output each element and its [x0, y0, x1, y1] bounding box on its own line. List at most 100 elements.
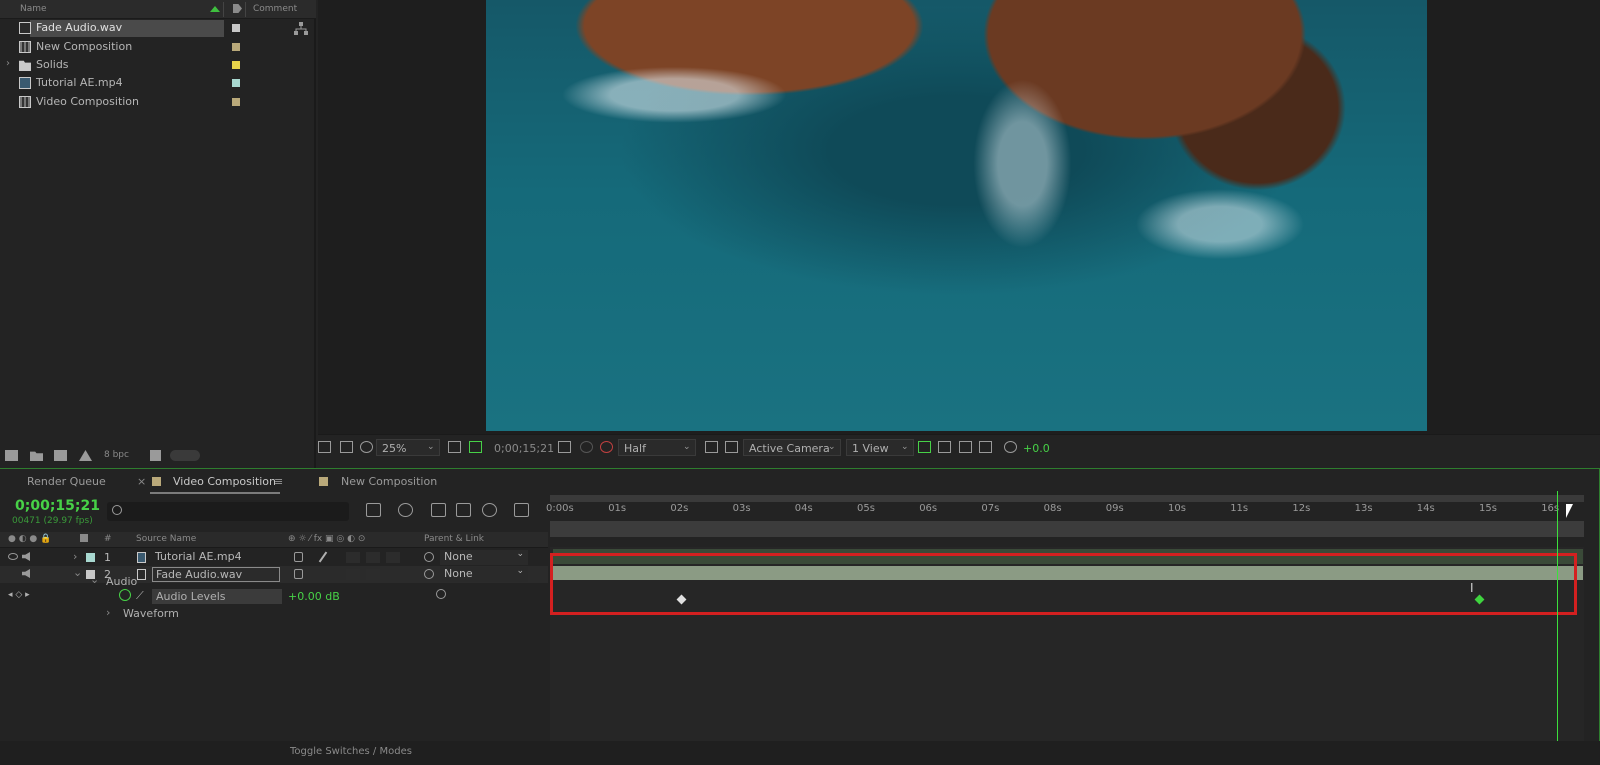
new-composition-icon[interactable] [54, 450, 67, 461]
new-folder-icon[interactable] [30, 451, 43, 461]
pick-whip-icon[interactable] [424, 552, 434, 562]
motion-blur-icon[interactable] [482, 503, 497, 517]
project-item[interactable]: Fade Audio.wav [0, 19, 316, 37]
pick-whip-icon[interactable] [436, 589, 446, 599]
source-name-column-header[interactable]: Source Name [136, 534, 196, 544]
keyframe-navigator[interactable]: ◂ ◇ ▸ [8, 590, 30, 600]
label-tag-icon[interactable] [233, 4, 242, 13]
zoom-dropdown[interactable]: 25% ⌄ [376, 439, 440, 456]
label-color-swatch[interactable] [232, 24, 240, 32]
flowchart-icon[interactable] [979, 441, 992, 453]
toggle-switches-modes-button[interactable]: Toggle Switches / Modes [290, 746, 412, 757]
reset-exposure-icon[interactable] [1004, 441, 1017, 453]
stopwatch-icon[interactable] [119, 589, 131, 601]
layer-name[interactable]: Tutorial AE.mp4 [152, 550, 245, 563]
label-color-swatch[interactable] [232, 98, 240, 106]
shy-layers-icon[interactable] [431, 503, 446, 517]
viewer-timecode[interactable]: 0;00;15;21 [494, 442, 554, 455]
audio-levels-property[interactable]: Audio Levels [152, 589, 282, 604]
project-settings-icon[interactable] [79, 450, 92, 461]
switch-cell[interactable] [366, 552, 380, 563]
comment-column-header[interactable]: Comment [253, 4, 297, 14]
current-time-indicator[interactable] [1557, 491, 1558, 765]
expand-arrow-icon[interactable]: › [106, 606, 110, 619]
label-color-swatch[interactable] [86, 553, 95, 562]
title-action-safe-icon[interactable] [469, 441, 482, 453]
work-area-bar[interactable] [550, 495, 1584, 502]
collapse-arrow-icon[interactable]: ⌄ [73, 566, 82, 579]
column-divider[interactable] [245, 2, 246, 17]
shy-switch-icon[interactable] [294, 552, 303, 562]
column-divider[interactable] [223, 2, 224, 17]
view-layout-dropdown[interactable]: 1 View ⌄ [846, 439, 914, 456]
switch-cell[interactable] [366, 569, 380, 580]
timeline-icon[interactable] [959, 441, 972, 453]
label-header-icon[interactable] [80, 534, 88, 542]
transparency-grid-icon[interactable] [725, 441, 738, 453]
region-of-interest-icon[interactable] [705, 441, 718, 453]
tab-new-composition[interactable]: New Composition [341, 475, 437, 488]
panel-menu-icon[interactable]: ≡ [274, 475, 283, 488]
composition-frame[interactable] [486, 0, 1427, 431]
layer-name-field[interactable]: Fade Audio.wav [152, 567, 280, 582]
quality-switch-icon[interactable] [318, 551, 328, 563]
label-color-swatch[interactable] [232, 79, 240, 87]
switch-cell[interactable] [386, 552, 400, 563]
audio-levels-value[interactable]: +0.00 dB [288, 590, 340, 603]
project-item[interactable]: New Composition [0, 38, 316, 56]
shy-switch-icon[interactable] [294, 569, 303, 579]
project-item[interactable]: › Solids [0, 56, 316, 74]
graph-editor-icon[interactable] [514, 503, 529, 517]
name-column-header[interactable]: Name [20, 4, 47, 14]
av-features-header-icon[interactable]: ● ◐ ● 🔒 [8, 534, 51, 544]
layer-search-input[interactable] [107, 502, 349, 521]
show-snapshot-icon[interactable] [580, 441, 593, 453]
exposure-value[interactable]: +0.0 [1023, 442, 1050, 455]
project-item[interactable]: Video Composition [0, 93, 316, 111]
label-color-swatch[interactable] [232, 61, 240, 69]
switch-cell[interactable] [346, 552, 360, 563]
expand-arrow-icon[interactable]: › [6, 58, 10, 69]
current-time-display[interactable]: 0;00;15;21 [15, 498, 100, 514]
parent-dropdown[interactable]: None ⌄ [440, 566, 528, 582]
color-channels-icon[interactable] [600, 441, 613, 453]
timeline-layer-row[interactable]: › 1 Tutorial AE.mp4 None ⌄ [0, 549, 548, 566]
timeline-layer-row[interactable]: ⌄ 2 Fade Audio.wav None ⌄ [0, 566, 548, 583]
timeline-track-area[interactable]: I [550, 491, 1584, 765]
close-tab-icon[interactable]: × [137, 475, 146, 488]
vr-goggles-icon[interactable] [360, 441, 373, 453]
waveform-property-group[interactable]: Waveform [123, 607, 179, 620]
draft-3d-icon[interactable] [398, 503, 413, 517]
collapse-arrow-icon[interactable]: ⌄ [90, 573, 99, 586]
tab-video-composition[interactable]: Video Composition [173, 475, 276, 488]
thumbnail-size-slider[interactable] [170, 450, 200, 461]
number-column-header[interactable]: # [104, 534, 112, 544]
audio-speaker-icon[interactable] [22, 569, 30, 578]
always-preview-icon[interactable] [318, 441, 331, 453]
trash-icon[interactable] [150, 450, 161, 461]
composition-mini-flowchart-icon[interactable] [366, 503, 381, 517]
interpret-footage-icon[interactable] [5, 450, 18, 461]
graph-icon[interactable]: ⟋ [136, 589, 144, 603]
parent-link-column-header[interactable]: Parent & Link [424, 534, 484, 544]
label-color-swatch[interactable] [232, 43, 240, 51]
toggle-pixel-aspect-icon[interactable] [918, 441, 931, 453]
bit-depth-button[interactable]: 8 bpc [104, 450, 129, 460]
sort-ascending-icon[interactable] [210, 6, 220, 12]
resolution-dropdown[interactable]: Half ⌄ [618, 439, 696, 456]
audio-speaker-icon[interactable] [22, 552, 30, 561]
project-item[interactable]: Tutorial AE.mp4 [0, 74, 316, 92]
fast-previews-icon[interactable] [938, 441, 951, 453]
snapshot-camera-icon[interactable] [558, 441, 571, 453]
monitor-icon[interactable] [340, 441, 353, 453]
switches-header-icons[interactable]: ⊕ ☼ ⁄ fx ▣ ◎ ◐ ⊙ [288, 534, 365, 544]
pick-whip-icon[interactable] [424, 569, 434, 579]
camera-dropdown[interactable]: Active Camera ⌄ [743, 439, 841, 456]
expand-arrow-icon[interactable]: › [73, 550, 77, 563]
audio-property-group[interactable]: Audio [106, 575, 137, 588]
fit-frame-icon[interactable] [448, 441, 461, 453]
switch-cell[interactable] [346, 569, 360, 580]
tab-render-queue[interactable]: Render Queue [27, 475, 106, 488]
visibility-eye-icon[interactable] [8, 553, 18, 560]
parent-dropdown[interactable]: None ⌄ [440, 549, 528, 565]
